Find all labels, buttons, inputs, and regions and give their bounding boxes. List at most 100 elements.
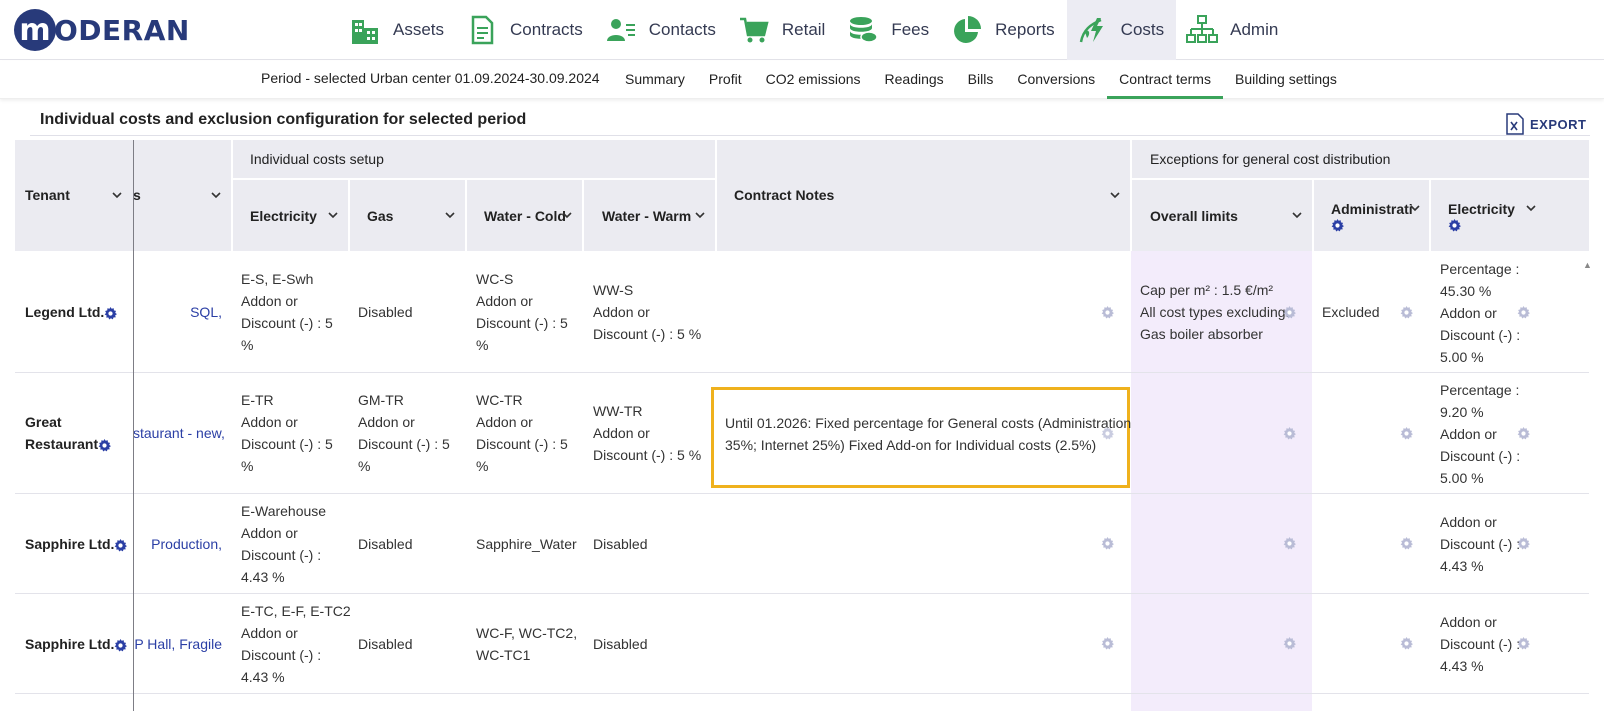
- chevron-down-icon[interactable]: [112, 190, 122, 200]
- settings-gear-icon[interactable]: [114, 538, 128, 552]
- premises-link[interactable]: OP Hall, Fragile,: [133, 633, 222, 655]
- nav-assets[interactable]: Assets: [339, 0, 456, 60]
- gas-cell: Disabled: [358, 304, 413, 320]
- sub-navigation: Period - selected Urban center 01.09.202…: [0, 61, 1604, 99]
- header-premises[interactable]: s: [133, 187, 141, 203]
- premises-link[interactable]: SQL,: [133, 301, 222, 323]
- cell-line: Until 01.2026: Fixed percentage for Gene…: [725, 415, 1132, 431]
- electricity-gear-icon[interactable]: [1517, 637, 1530, 650]
- header-gas[interactable]: Gas: [367, 208, 393, 224]
- tab-summary[interactable]: Summary: [613, 61, 697, 99]
- electricity-cell: E-TC, E-F, E-TC2 Addon or Discount (-) :…: [241, 600, 351, 688]
- tenant-name[interactable]: Legend Ltd.: [25, 301, 118, 323]
- settings-gear-icon[interactable]: [1448, 219, 1461, 232]
- cell-line: 5.00 %: [1440, 349, 1484, 365]
- cell-line: Addon or: [241, 525, 298, 541]
- tab-bills[interactable]: Bills: [956, 61, 1006, 99]
- notes-gear-icon[interactable]: [1101, 537, 1114, 550]
- cell-line: Addon or: [1440, 426, 1497, 442]
- tenant-name-text: Sapphire Ltd.: [25, 636, 115, 652]
- settings-gear-icon[interactable]: [104, 306, 118, 320]
- water-warm-cell: Disabled: [593, 636, 648, 652]
- gas-cell: Disabled: [358, 536, 413, 552]
- nav-retail[interactable]: Retail: [728, 0, 837, 60]
- header-divider: [1130, 178, 1589, 180]
- tab-co2-emissions[interactable]: CO2 emissions: [754, 61, 873, 99]
- tab-contract-terms[interactable]: Contract terms: [1107, 61, 1223, 99]
- limits-gear-icon[interactable]: [1283, 306, 1296, 319]
- electricity-exception-cell: Addon or Discount (-) : 4.43 %: [1440, 611, 1520, 677]
- premises-link[interactable]: staurant - new,: [133, 422, 225, 444]
- settings-gear-icon[interactable]: [98, 438, 112, 452]
- chevron-down-icon[interactable]: [211, 190, 221, 200]
- period-label[interactable]: Period - selected Urban center 01.09.202…: [261, 70, 600, 86]
- administration-gear-icon[interactable]: [1400, 537, 1413, 550]
- settings-gear-icon[interactable]: [114, 638, 128, 652]
- nav-assets-label: Assets: [393, 20, 445, 39]
- header-electricity[interactable]: Electricity: [250, 208, 317, 224]
- electricity-gear-icon[interactable]: [1517, 306, 1530, 319]
- cell-line: Discount (-) : 5: [241, 436, 333, 452]
- header-electricity-exception[interactable]: Electricity: [1448, 201, 1515, 217]
- header-contract-notes[interactable]: Contract Notes: [734, 187, 834, 203]
- nav-costs[interactable]: Costs: [1066, 0, 1177, 60]
- contract-notes-editor[interactable]: Until 01.2026: Fixed percentage for Gene…: [711, 387, 1132, 488]
- chevron-down-icon[interactable]: [1410, 203, 1420, 213]
- tab-profit[interactable]: Profit: [697, 61, 754, 99]
- chevron-down-icon[interactable]: [562, 210, 572, 220]
- chevron-down-icon[interactable]: [1292, 210, 1302, 220]
- tab-conversions[interactable]: Conversions: [1005, 61, 1107, 99]
- header-water-cold[interactable]: Water - Cold: [484, 208, 566, 224]
- tenant-name[interactable]: Sapphire Ltd.: [25, 633, 128, 655]
- header-overall-limits[interactable]: Overall limits: [1150, 208, 1238, 224]
- header-divider: [1312, 180, 1314, 251]
- chevron-down-icon[interactable]: [695, 210, 705, 220]
- limits-gear-icon[interactable]: [1283, 537, 1296, 550]
- cell-line: Addon or: [1440, 514, 1497, 530]
- administration-gear-icon[interactable]: [1400, 637, 1413, 650]
- nav-admin[interactable]: Admin: [1176, 0, 1290, 60]
- notes-gear-icon[interactable]: [1101, 427, 1114, 440]
- chevron-down-icon[interactable]: [445, 210, 455, 220]
- chevron-down-icon[interactable]: [1526, 203, 1536, 213]
- excel-file-icon: [1506, 113, 1524, 135]
- administration-gear-icon[interactable]: [1400, 427, 1413, 440]
- cell-line: Addon or: [241, 625, 298, 641]
- cell-line: Addon or: [476, 414, 533, 430]
- scroll-up-arrow-icon[interactable]: ▲: [1583, 260, 1592, 270]
- header-water-warm[interactable]: Water - Warm: [602, 208, 691, 224]
- nav-contracts[interactable]: Contracts: [456, 0, 595, 60]
- notes-gear-icon[interactable]: [1101, 637, 1114, 650]
- nav-fees[interactable]: Fees: [837, 0, 941, 60]
- header-tenant[interactable]: Tenant: [25, 187, 70, 203]
- frozen-column-divider[interactable]: [133, 140, 134, 711]
- tab-readings[interactable]: Readings: [873, 61, 956, 99]
- tenant-name[interactable]: Great Restaurant: [25, 411, 112, 455]
- chevron-down-icon[interactable]: [1110, 190, 1120, 200]
- gas-cell: Disabled: [358, 636, 413, 652]
- moderan-logo[interactable]: m ODERAN: [14, 9, 190, 51]
- header-exceptions: Exceptions for general cost distribution: [1150, 151, 1391, 167]
- cell-line: Percentage :: [1440, 382, 1520, 398]
- cart-icon: [739, 17, 769, 43]
- notes-gear-icon[interactable]: [1101, 306, 1114, 319]
- cell-line: 35%; Internet 25%) Fixed Add-on for Indi…: [725, 437, 1097, 453]
- tenant-name[interactable]: Sapphire Ltd.: [25, 533, 128, 555]
- electricity-gear-icon[interactable]: [1517, 537, 1530, 550]
- limits-gear-icon[interactable]: [1283, 637, 1296, 650]
- nav-contacts[interactable]: Contacts: [595, 0, 728, 60]
- tenant-name-text: Restaurant: [25, 436, 99, 452]
- header-administration[interactable]: Administratio: [1331, 201, 1413, 217]
- settings-gear-icon[interactable]: [1331, 219, 1344, 232]
- premises-link[interactable]: Production,: [133, 533, 222, 555]
- cell-line: WC-F, WC-TC2,: [476, 625, 578, 641]
- tab-building-settings[interactable]: Building settings: [1223, 61, 1349, 99]
- cell-line: Addon or: [476, 293, 533, 309]
- administration-gear-icon[interactable]: [1400, 306, 1413, 319]
- nav-costs-label: Costs: [1120, 20, 1165, 39]
- chevron-down-icon[interactable]: [328, 210, 338, 220]
- nav-reports[interactable]: Reports: [941, 0, 1067, 60]
- export-button[interactable]: EXPORT: [1505, 113, 1586, 135]
- electricity-gear-icon[interactable]: [1517, 427, 1530, 440]
- limits-gear-icon[interactable]: [1283, 427, 1296, 440]
